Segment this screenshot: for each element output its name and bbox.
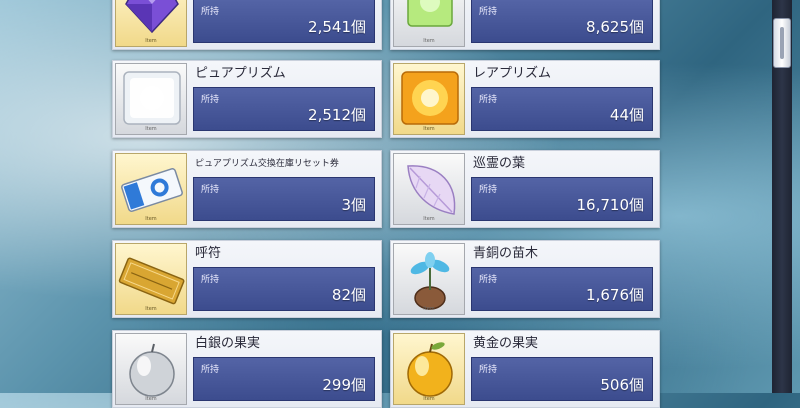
owned-quantity: 299個 xyxy=(322,376,366,394)
owned-bar: 所持 8,625個 xyxy=(471,0,653,43)
owned-quantity: 1,676個 xyxy=(586,286,644,304)
green-cube-icon: Item xyxy=(393,0,465,47)
owned-label: 所持 xyxy=(201,7,220,17)
owned-quantity: 2,512個 xyxy=(308,106,366,124)
owned-bar: 所持 506個 xyxy=(471,357,653,401)
item-name: 巡霊の葉 xyxy=(473,156,526,171)
owned-quantity: 8,625個 xyxy=(586,18,644,36)
owned-label: 所持 xyxy=(479,275,498,285)
item-name: 白銀の果実 xyxy=(195,336,261,351)
item-card[interactable]: Item 所持 2,541個 xyxy=(112,0,382,50)
item-name: レアプリズム xyxy=(473,66,552,81)
item-grid: Item 所持 2,541個 Item 所持 8,625個 Item ピュアプリ… xyxy=(0,0,760,408)
item-card[interactable]: Item 巡霊の葉 所持 16,710個 xyxy=(390,150,660,228)
pure-prism-icon: Item xyxy=(115,63,187,135)
gold-apple-icon: Item xyxy=(393,333,465,405)
item-card[interactable]: Item 所持 8,625個 xyxy=(390,0,660,50)
owned-bar: 所持 82個 xyxy=(193,267,375,311)
item-card[interactable]: Item 黄金の果実 所持 506個 xyxy=(390,330,660,408)
owned-label: 所持 xyxy=(201,275,220,285)
sapling-icon: Item xyxy=(393,243,465,315)
owned-quantity: 82個 xyxy=(331,286,366,304)
item-name: 黄金の果実 xyxy=(473,336,539,351)
reset-ticket-icon: Item xyxy=(115,153,187,225)
item-name: 青銅の苗木 xyxy=(473,246,539,261)
owned-label: 所持 xyxy=(201,365,220,375)
item-name: ピュアプリズム交換在庫リセット券 xyxy=(195,159,339,169)
owned-bar: 所持 16,710個 xyxy=(471,177,653,221)
owned-label: 所持 xyxy=(479,7,498,17)
owned-quantity: 506個 xyxy=(600,376,644,394)
owned-bar: 所持 3個 xyxy=(193,177,375,221)
item-card[interactable]: Item 白銀の果実 所持 299個 xyxy=(112,330,382,408)
leaf-icon: Item xyxy=(393,153,465,225)
owned-label: 所持 xyxy=(201,185,220,195)
owned-label: 所持 xyxy=(479,185,498,195)
silver-apple-icon: Item xyxy=(115,333,187,405)
owned-quantity: 44個 xyxy=(609,106,644,124)
owned-bar: 所持 299個 xyxy=(193,357,375,401)
owned-label: 所持 xyxy=(201,95,220,105)
owned-quantity: 3個 xyxy=(341,196,366,214)
owned-bar: 所持 1,676個 xyxy=(471,267,653,311)
item-card[interactable]: Item レアプリズム 所持 44個 xyxy=(390,60,660,138)
item-card[interactable]: Item ピュアプリズム交換在庫リセット券 所持 3個 xyxy=(112,150,382,228)
owned-bar: 所持 2,541個 xyxy=(193,0,375,43)
scrollbar-handle[interactable] xyxy=(773,18,791,68)
owned-quantity: 2,541個 xyxy=(308,18,366,36)
gem-icon: Item xyxy=(115,0,187,47)
item-card[interactable]: Item 青銅の苗木 所持 1,676個 xyxy=(390,240,660,318)
owned-quantity: 16,710個 xyxy=(576,196,645,214)
item-card[interactable]: Item ピュアプリズム 所持 2,512個 xyxy=(112,60,382,138)
owned-bar: 所持 44個 xyxy=(471,87,653,131)
item-name: 呼符 xyxy=(195,246,222,261)
owned-bar: 所持 2,512個 xyxy=(193,87,375,131)
summon-ticket-icon: Item xyxy=(115,243,187,315)
item-name: ピュアプリズム xyxy=(195,66,286,81)
rare-prism-icon: Item xyxy=(393,63,465,135)
item-card[interactable]: Item 呼符 所持 82個 xyxy=(112,240,382,318)
owned-label: 所持 xyxy=(479,95,498,105)
owned-label: 所持 xyxy=(479,365,498,375)
